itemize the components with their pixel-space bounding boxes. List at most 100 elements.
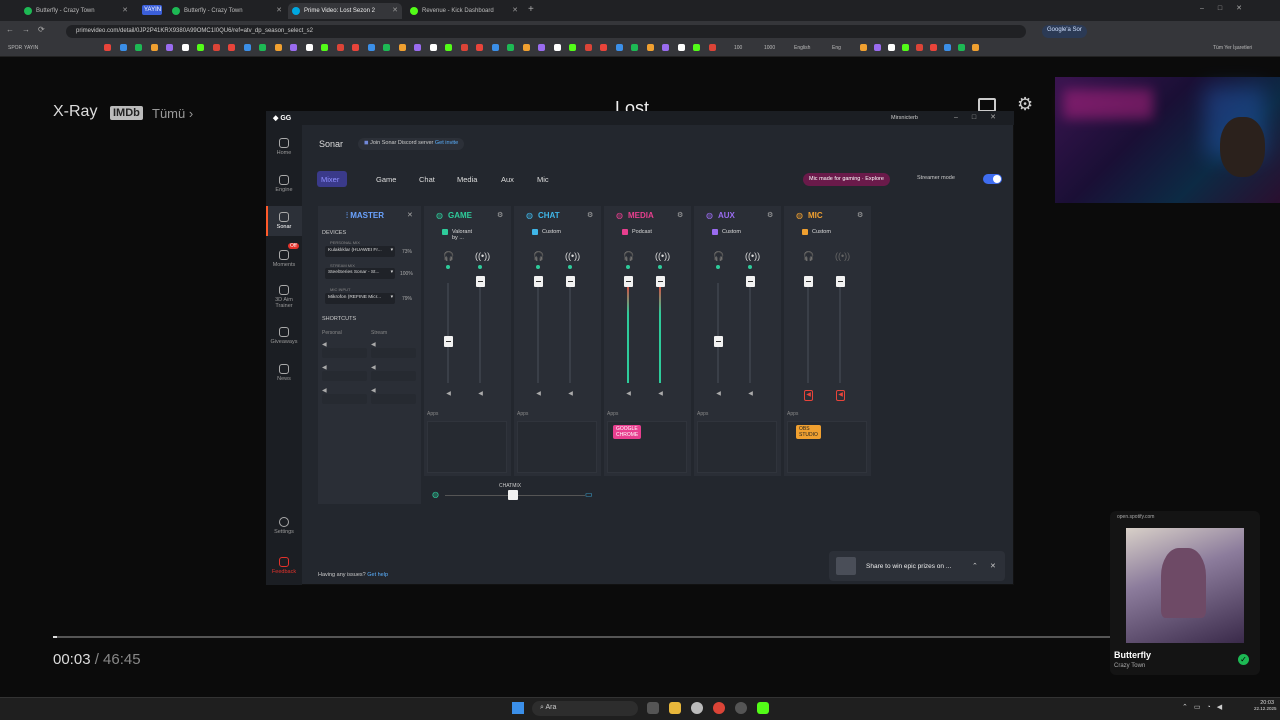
apps-drop-area[interactable] — [697, 421, 777, 473]
bookmark-favicon[interactable] — [135, 44, 142, 51]
volume-knob[interactable] — [714, 336, 723, 347]
close-icon[interactable]: ✕ — [122, 6, 128, 14]
liked-check-icon[interactable]: ✓ — [1238, 654, 1249, 665]
app-chip-obs[interactable]: OBS STUDIO — [796, 425, 821, 439]
tab-4[interactable]: Revenue - Kick Dashboard ✕ — [406, 3, 522, 19]
bookmark-favicon[interactable] — [569, 44, 576, 51]
all-bookmarks[interactable]: Tüm Yer İşaretleri — [1213, 45, 1252, 51]
bookmark-favicon[interactable] — [584, 44, 592, 51]
tab-mixer[interactable]: Mixer — [321, 175, 339, 184]
window-controls[interactable]: –□✕ — [1200, 4, 1256, 12]
tray-icons[interactable]: ⌃▭◔◀ — [1182, 703, 1228, 711]
pinned-tab[interactable]: YAYIN — [142, 5, 162, 15]
discord-banner[interactable]: ◼ Join Sonar Discord server Get invite — [358, 138, 465, 150]
bookmark-1000[interactable]: 1000 — [764, 45, 775, 51]
bookmark-favicon[interactable] — [958, 44, 965, 51]
bookmark-eng[interactable]: Eng — [832, 45, 841, 51]
fader-track[interactable] — [717, 283, 719, 383]
gear-icon[interactable]: ⚙ — [677, 211, 683, 219]
bookmark-yayin[interactable]: YAYIN — [24, 45, 38, 51]
channel-source[interactable]: Custom — [542, 229, 561, 235]
bookmark-favicon[interactable] — [930, 44, 937, 51]
bookmark-favicon[interactable] — [228, 44, 235, 51]
bookmark-favicon[interactable] — [708, 44, 716, 51]
tab-game[interactable]: Game — [376, 175, 396, 184]
volume-knob[interactable] — [804, 276, 813, 287]
mute-button[interactable]: ◀ — [624, 390, 633, 401]
bookmark-favicon[interactable] — [693, 44, 700, 51]
volume-knob[interactable] — [656, 276, 665, 287]
chrome-icon[interactable] — [713, 702, 725, 714]
clock[interactable]: 20:03 22.12.2025 — [1254, 700, 1277, 711]
bookmark-favicon[interactable] — [615, 44, 623, 51]
tab-chat[interactable]: Chat — [419, 175, 435, 184]
obs-icon[interactable] — [735, 702, 747, 714]
gear-icon[interactable]: ⚙ — [497, 211, 503, 219]
kick-app-icon[interactable] — [757, 702, 769, 714]
bookmark-favicon[interactable] — [290, 44, 297, 51]
volume-knob[interactable] — [476, 276, 485, 287]
fader-track[interactable] — [749, 283, 751, 383]
bookmark-favicon[interactable] — [888, 44, 895, 51]
bookmark-favicon[interactable] — [352, 44, 359, 51]
app-chip-chrome[interactable]: GOOGLE CHROME — [613, 425, 642, 439]
master-close-icon[interactable]: ✕ — [407, 211, 413, 219]
gear-icon[interactable]: ⚙ — [1017, 94, 1033, 115]
nav-buttons[interactable]: ←→⟳ — [6, 25, 53, 34]
mic-device-select[interactable]: Mikrofon (REFINE Micr... ▾ — [325, 293, 395, 304]
bookmark-favicon[interactable] — [538, 44, 545, 51]
bookmark-favicon[interactable] — [631, 44, 638, 51]
settings-app-icon[interactable] — [691, 702, 703, 714]
bookmark-favicon[interactable] — [522, 44, 530, 51]
file-explorer-icon[interactable] — [669, 702, 681, 714]
shortcut-slot[interactable] — [371, 394, 416, 404]
nav-home[interactable]: Home — [266, 138, 302, 156]
bookmark-favicon[interactable] — [902, 44, 909, 51]
volume-knob[interactable] — [534, 276, 543, 287]
fader-track[interactable] — [839, 283, 841, 383]
nav-engine[interactable]: Engine — [266, 175, 302, 193]
bookmark-favicon[interactable] — [243, 44, 251, 51]
bookmark-favicon[interactable] — [414, 44, 421, 51]
fader-track[interactable] — [807, 283, 809, 383]
nav-news[interactable]: News — [266, 364, 302, 382]
promo-banner[interactable]: Mic made for gaming · Explore — [803, 173, 890, 186]
volume-knob[interactable] — [566, 276, 575, 287]
mute-button[interactable]: ◀ — [566, 390, 575, 401]
gear-icon[interactable]: ⚙ — [587, 211, 593, 219]
bookmark-favicon[interactable] — [367, 44, 375, 51]
apps-drop-area[interactable] — [517, 421, 597, 473]
gear-icon[interactable]: ⚙ — [857, 211, 863, 219]
bookmark-favicon[interactable] — [181, 44, 189, 51]
bookmark-favicon[interactable] — [321, 44, 328, 51]
seek-bar[interactable] — [53, 636, 1113, 638]
streamer-mode-toggle[interactable] — [983, 174, 1002, 184]
volume-knob[interactable] — [444, 336, 453, 347]
bookmark-favicon[interactable] — [197, 44, 204, 51]
xray-all-link[interactable]: Tümü › — [152, 106, 193, 121]
bookmark-favicon[interactable] — [104, 44, 111, 51]
bookmark-favicon[interactable] — [874, 44, 881, 51]
bookmark-spor[interactable]: SPOR — [8, 45, 22, 51]
tab-aux[interactable]: Aux — [501, 175, 514, 184]
mute-button[interactable]: ◀ — [476, 390, 485, 401]
bookmark-favicon[interactable] — [662, 44, 669, 51]
shortcut-slot[interactable] — [322, 394, 367, 404]
nav-moments[interactable]: Moments — [266, 250, 302, 268]
chevron-up-icon[interactable]: ⌃ — [972, 562, 978, 570]
close-icon[interactable]: ✕ — [276, 6, 282, 14]
nav-settings[interactable]: Settings — [266, 517, 302, 535]
apps-drop-area[interactable] — [427, 421, 507, 473]
close-icon[interactable]: ✕ — [990, 562, 996, 570]
google-ask-chip[interactable]: Google'a Sor — [1042, 25, 1087, 38]
bookmark-favicon[interactable] — [553, 44, 561, 51]
bookmark-favicon[interactable] — [507, 44, 514, 51]
shortcut-slot[interactable] — [322, 371, 367, 381]
tab-1[interactable]: Butterfly - Crazy Town ✕ — [20, 3, 132, 19]
fader-track[interactable] — [537, 283, 539, 383]
nav-giveaways[interactable]: Giveaways — [266, 327, 302, 345]
task-view-icon[interactable] — [647, 702, 659, 714]
chatmix-knob[interactable] — [508, 490, 518, 500]
channel-source[interactable]: Custom — [812, 229, 831, 235]
shortcut-slot[interactable] — [322, 348, 367, 358]
